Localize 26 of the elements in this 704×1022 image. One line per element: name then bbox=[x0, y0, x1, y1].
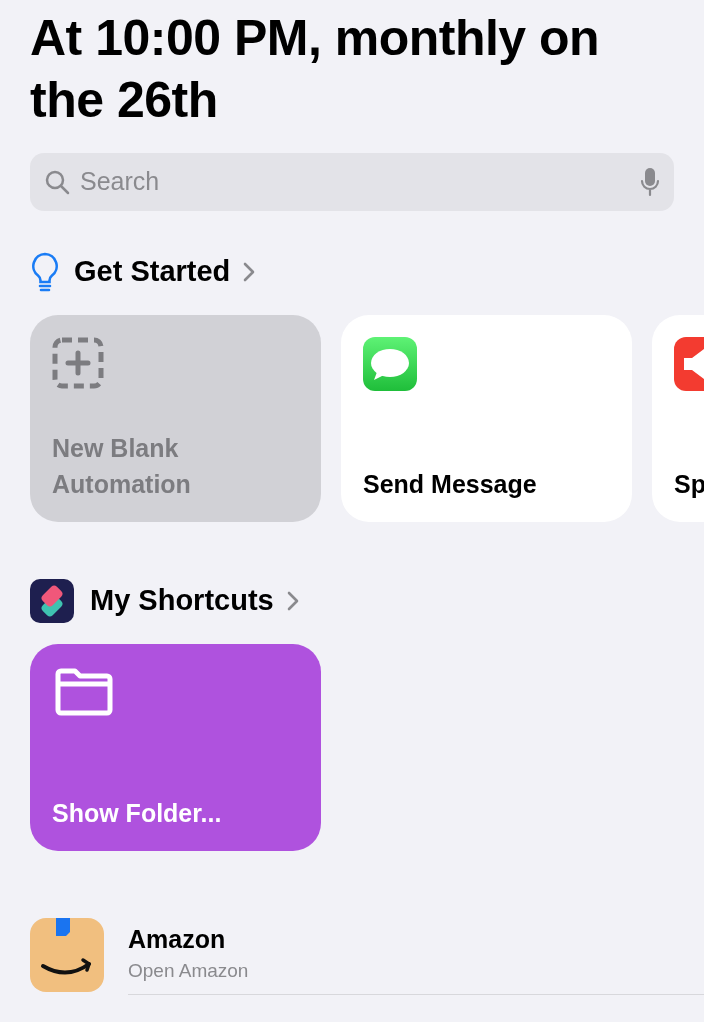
chevron-right-icon bbox=[242, 261, 257, 283]
section-title: Get Started bbox=[74, 254, 231, 290]
card-label: New Blank Automation bbox=[52, 433, 192, 500]
page-title: At 10:00 PM, monthly on the 26th bbox=[30, 9, 601, 130]
section-title: My Shortcuts bbox=[90, 583, 274, 619]
dashed-plus-square-icon bbox=[52, 337, 104, 389]
microphone-icon[interactable] bbox=[640, 167, 660, 197]
section-header[interactable]: Get Started bbox=[74, 250, 257, 294]
shortcut-card[interactable]: Sp bbox=[652, 315, 704, 522]
card-label: Show Folder... bbox=[52, 798, 223, 829]
lightbulb-icon bbox=[30, 251, 60, 293]
section-header[interactable]: My Shortcuts bbox=[90, 579, 300, 623]
card-label: Send Message bbox=[363, 469, 538, 500]
speech-bubble-icon bbox=[363, 337, 417, 391]
shortcut-card[interactable]: Show Folder... bbox=[30, 644, 321, 851]
app-subtitle: Open Amazon bbox=[128, 958, 250, 983]
app-name: Amazon bbox=[128, 923, 227, 955]
chevron-right-icon bbox=[285, 590, 300, 612]
search-field[interactable]: Search bbox=[80, 163, 630, 201]
search-icon bbox=[44, 169, 70, 195]
search-bar[interactable]: Search bbox=[30, 153, 674, 211]
card-label: Sp bbox=[674, 469, 704, 500]
app-row[interactable]: Amazon Open Amazon bbox=[30, 917, 704, 993]
shortcut-card[interactable]: Send Message bbox=[341, 315, 632, 522]
package-smile-icon bbox=[30, 918, 104, 992]
shortcuts-app-icon bbox=[30, 579, 74, 623]
